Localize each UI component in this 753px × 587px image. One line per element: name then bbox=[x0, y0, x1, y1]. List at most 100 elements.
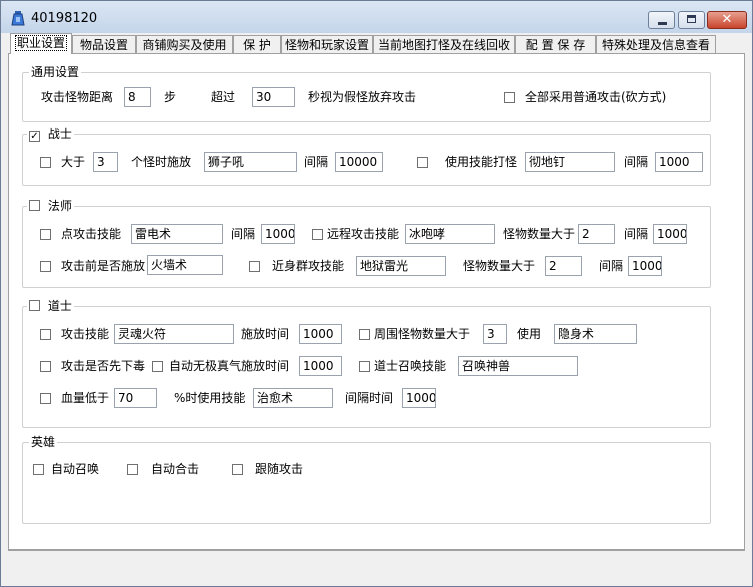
warrior-greater-checkbox[interactable] bbox=[40, 157, 51, 168]
mage-interval2-input[interactable]: 1000 bbox=[653, 224, 687, 244]
hero-auto-summon-checkbox[interactable] bbox=[33, 464, 44, 475]
warrior-interval2-input[interactable]: 1000 bbox=[655, 152, 703, 172]
taoist-poison-checkbox[interactable] bbox=[40, 361, 51, 372]
warrior-interval-input[interactable]: 10000 bbox=[335, 152, 383, 172]
mage-melee-checkbox[interactable] bbox=[249, 261, 260, 272]
tab-current-map[interactable]: 当前地图打怪及在线回收 bbox=[373, 35, 515, 53]
mage-precast-label: 攻击前是否施放 bbox=[61, 259, 146, 273]
mage-group: 法师 点攻击技能 雷电术 间隔 1000 远程攻击技能 冰咆哮 怪物数量大于 2… bbox=[22, 199, 711, 288]
warrior-checkbox[interactable]: ✓ bbox=[29, 131, 40, 142]
warrior-interval2-label: 间隔 bbox=[624, 155, 649, 169]
taoist-around-label: 周围怪物数量大于 bbox=[374, 327, 471, 341]
tab-strip: 职业设置 物品设置 商铺购买及使用 保 护 怪物和玩家设置 当前地图打怪及在线回… bbox=[8, 33, 745, 54]
minimize-icon bbox=[658, 22, 667, 25]
job-settings-panel: 通用设置 攻击怪物距离 8 步 超过 30 秒视为假怪放弃攻击 全部采用普通攻击… bbox=[8, 53, 745, 550]
maximize-button[interactable] bbox=[678, 11, 705, 29]
fake-monster-label: 秒视为假怪放弃攻击 bbox=[308, 90, 417, 104]
client-area: 职业设置 物品设置 商铺购买及使用 保 护 怪物和玩家设置 当前地图打怪及在线回… bbox=[8, 33, 745, 550]
exceed-input[interactable]: 30 bbox=[252, 87, 295, 107]
taoist-shield-checkbox[interactable] bbox=[152, 361, 163, 372]
warrior-use-skill-input[interactable]: 彻地钉 bbox=[525, 152, 615, 172]
warrior-cast-label: 个怪时施放 bbox=[131, 155, 192, 169]
taoist-shield-input[interactable]: 1000 bbox=[299, 356, 342, 376]
mage-interval1-input[interactable]: 1000 bbox=[261, 224, 295, 244]
normal-attack-label: 全部采用普通攻击(砍方式) bbox=[525, 90, 667, 104]
taoist-shield-label: 自动无极真气施放时间 bbox=[169, 359, 290, 373]
title-bar[interactable]: 40198120 ✕ bbox=[1, 1, 752, 33]
mage-point-checkbox[interactable] bbox=[40, 229, 51, 240]
mage-precast-skill-input[interactable]: 火墙术 bbox=[147, 255, 223, 275]
taoist-summon-skill-input[interactable]: 召唤神兽 bbox=[458, 356, 578, 376]
normal-attack-checkbox[interactable] bbox=[504, 92, 515, 103]
warrior-group: ✓ 战士 大于 3 个怪时施放 狮子吼 间隔 10000 使用技能打怪 彻地钉 … bbox=[22, 127, 711, 186]
taoist-cast-time-input[interactable]: 1000 bbox=[299, 324, 342, 344]
taoist-use-skill-input[interactable]: 隐身术 bbox=[554, 324, 637, 344]
taoist-hp-input[interactable]: 70 bbox=[114, 388, 157, 408]
warrior-use-skill-label: 使用技能打怪 bbox=[445, 155, 518, 169]
taoist-summon-checkbox[interactable] bbox=[359, 361, 370, 372]
mage-precast-checkbox[interactable] bbox=[40, 261, 51, 272]
mage-interval3-label: 间隔 bbox=[599, 259, 624, 273]
tab-monster-player[interactable]: 怪物和玩家设置 bbox=[281, 35, 373, 53]
minimize-button[interactable] bbox=[648, 11, 675, 29]
mage-interval1-label: 间隔 bbox=[231, 227, 256, 241]
taoist-checkbox[interactable] bbox=[29, 300, 40, 311]
taoist-poison-label: 攻击是否先下毒 bbox=[61, 359, 146, 373]
warrior-cast-skill-input[interactable]: 狮子吼 bbox=[204, 152, 297, 172]
hero-follow-checkbox[interactable] bbox=[232, 464, 243, 475]
taoist-use-label: 使用 bbox=[517, 327, 542, 341]
tab-shop[interactable]: 商铺购买及使用 bbox=[136, 35, 233, 53]
hero-follow-label: 跟随攻击 bbox=[255, 462, 304, 476]
taoist-group: 道士 攻击技能 灵魂火符 施放时间 1000 周围怪物数量大于 3 使用 隐身术… bbox=[22, 299, 711, 428]
taoist-hp-checkbox[interactable] bbox=[40, 393, 51, 404]
app-icon bbox=[11, 11, 25, 26]
mage-checkbox[interactable] bbox=[29, 200, 40, 211]
window-title: 40198120 bbox=[31, 11, 98, 26]
mage-count2-label: 怪物数量大于 bbox=[463, 259, 536, 273]
taoist-attack-skill-input[interactable]: 灵魂火符 bbox=[114, 324, 234, 344]
mage-melee-skill-input[interactable]: 地狱雷光 bbox=[356, 256, 446, 276]
maximize-icon bbox=[687, 15, 696, 23]
taoist-heal-interval-input[interactable]: 1000 bbox=[402, 388, 436, 408]
mage-ranged-label: 远程攻击技能 bbox=[327, 227, 400, 241]
tab-special[interactable]: 特殊处理及信息查看 bbox=[596, 35, 716, 53]
mage-melee-label: 近身群攻技能 bbox=[272, 259, 345, 273]
taoist-summon-label: 道士召唤技能 bbox=[374, 359, 447, 373]
taoist-title: 道士 bbox=[27, 299, 74, 313]
general-title: 通用设置 bbox=[29, 65, 82, 79]
tab-job-settings[interactable]: 职业设置 bbox=[10, 33, 72, 54]
hero-title: 英雄 bbox=[29, 435, 58, 449]
taoist-attack-label: 攻击技能 bbox=[61, 327, 110, 341]
general-group: 通用设置 攻击怪物距离 8 步 超过 30 秒视为假怪放弃攻击 全部采用普通攻击… bbox=[22, 65, 711, 122]
mage-point-label: 点攻击技能 bbox=[61, 227, 122, 241]
warrior-use-skill-checkbox[interactable] bbox=[417, 157, 428, 168]
distance-input[interactable]: 8 bbox=[124, 87, 151, 107]
mage-point-skill-input[interactable]: 雷电术 bbox=[131, 224, 223, 244]
mage-interval3-input[interactable]: 1000 bbox=[628, 256, 662, 276]
exceed-label: 超过 bbox=[211, 90, 236, 104]
hero-auto-combine-checkbox[interactable] bbox=[127, 464, 138, 475]
mage-interval2-label: 间隔 bbox=[624, 227, 649, 241]
taoist-heal-skill-input[interactable]: 治愈术 bbox=[253, 388, 333, 408]
tab-item-settings[interactable]: 物品设置 bbox=[72, 35, 136, 53]
taoist-attack-checkbox[interactable] bbox=[40, 329, 51, 340]
warrior-greater-label: 大于 bbox=[61, 155, 86, 169]
tab-protection[interactable]: 保 护 bbox=[233, 35, 281, 53]
mage-ranged-skill-input[interactable]: 冰咆哮 bbox=[405, 224, 495, 244]
mage-count1-input[interactable]: 2 bbox=[578, 224, 615, 244]
taoist-hp-label: 血量低于 bbox=[61, 391, 110, 405]
distance-label: 攻击怪物距离 bbox=[41, 90, 114, 104]
warrior-title: ✓ 战士 bbox=[27, 127, 74, 142]
mage-count2-input[interactable]: 2 bbox=[545, 256, 582, 276]
hero-group: 英雄 自动召唤 自动合击 跟随攻击 bbox=[22, 435, 711, 524]
status-bar bbox=[8, 550, 745, 578]
taoist-heal-label: %时使用技能 bbox=[174, 391, 246, 405]
taoist-cast-time-label: 施放时间 bbox=[241, 327, 290, 341]
tab-config-save[interactable]: 配 置 保 存 bbox=[515, 35, 596, 53]
mage-title: 法师 bbox=[27, 199, 74, 213]
taoist-around-checkbox[interactable] bbox=[359, 329, 370, 340]
warrior-greater-input[interactable]: 3 bbox=[93, 152, 118, 172]
taoist-around-input[interactable]: 3 bbox=[483, 324, 507, 344]
close-button[interactable]: ✕ bbox=[707, 11, 747, 29]
mage-ranged-checkbox[interactable] bbox=[312, 229, 323, 240]
